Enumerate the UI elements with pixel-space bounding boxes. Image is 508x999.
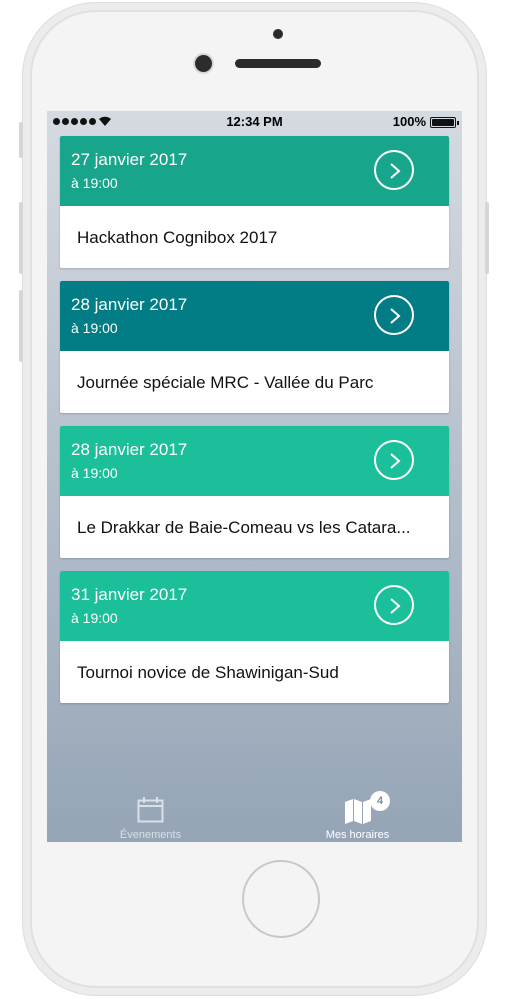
event-title: Tournoi novice de Shawinigan-Sud bbox=[77, 663, 339, 682]
battery-percent: 100% bbox=[392, 114, 426, 129]
tab-schedule[interactable]: 4 Mes horaires bbox=[254, 790, 461, 842]
chevron-right-icon[interactable] bbox=[374, 150, 414, 190]
event-time: à 19:00 bbox=[71, 175, 118, 191]
calendar-icon bbox=[137, 797, 164, 823]
tab-events-label: Évenements bbox=[119, 829, 182, 841]
event-card-header: 31 janvier 2017 à 19:00 bbox=[60, 571, 449, 641]
event-card[interactable]: 31 janvier 2017 à 19:00 Tournoi novice d… bbox=[60, 571, 449, 703]
event-list: 27 janvier 2017 à 19:00 Hackathon Cognib… bbox=[60, 136, 449, 716]
event-card-header: 28 janvier 2017 à 19:00 bbox=[60, 281, 449, 351]
tab-events[interactable]: Évenements bbox=[47, 790, 254, 842]
mute-switch[interactable] bbox=[19, 122, 23, 158]
earpiece bbox=[235, 59, 321, 68]
home-button[interactable] bbox=[242, 860, 320, 938]
event-card-header: 28 janvier 2017 à 19:00 bbox=[60, 426, 449, 496]
event-title: Journée spéciale MRC - Vallée du Parc bbox=[77, 373, 374, 392]
schedule-count-badge: 4 bbox=[370, 791, 390, 811]
status-bar: 12:34 PM 100% bbox=[47, 111, 462, 133]
event-title: Le Drakkar de Baie-Comeau vs les Catara.… bbox=[77, 518, 411, 537]
event-date: 28 janvier 2017 bbox=[71, 295, 188, 314]
event-time: à 19:00 bbox=[71, 320, 118, 336]
chevron-right-icon[interactable] bbox=[374, 585, 414, 625]
battery-icon bbox=[430, 117, 459, 128]
chevron-right-icon[interactable] bbox=[374, 440, 414, 480]
event-date: 27 janvier 2017 bbox=[71, 150, 188, 169]
event-title: Hackathon Cognibox 2017 bbox=[77, 228, 278, 247]
power-button[interactable] bbox=[485, 202, 489, 274]
front-camera bbox=[195, 55, 212, 72]
event-date: 31 janvier 2017 bbox=[71, 585, 188, 604]
event-card[interactable]: 28 janvier 2017 à 19:00 Journée spéciale… bbox=[60, 281, 449, 413]
event-card-header: 27 janvier 2017 à 19:00 bbox=[60, 136, 449, 206]
tab-bar: Évenements 4 Mes horaires bbox=[47, 790, 462, 842]
event-card[interactable]: 28 janvier 2017 à 19:00 Le Drakkar de Ba… bbox=[60, 426, 449, 558]
volume-up-button[interactable] bbox=[19, 202, 23, 274]
event-time: à 19:00 bbox=[71, 465, 118, 481]
screen: 12:34 PM 100% 27 janvier 2017 à 19:00 Ha… bbox=[47, 111, 462, 842]
event-time: à 19:00 bbox=[71, 610, 118, 626]
tab-schedule-label: Mes horaires bbox=[325, 829, 390, 841]
volume-down-button[interactable] bbox=[19, 290, 23, 362]
sensor-dot bbox=[273, 29, 283, 39]
event-card[interactable]: 27 janvier 2017 à 19:00 Hackathon Cognib… bbox=[60, 136, 449, 268]
event-date: 28 janvier 2017 bbox=[71, 440, 188, 459]
chevron-right-icon[interactable] bbox=[374, 295, 414, 335]
map-icon bbox=[345, 799, 371, 824]
